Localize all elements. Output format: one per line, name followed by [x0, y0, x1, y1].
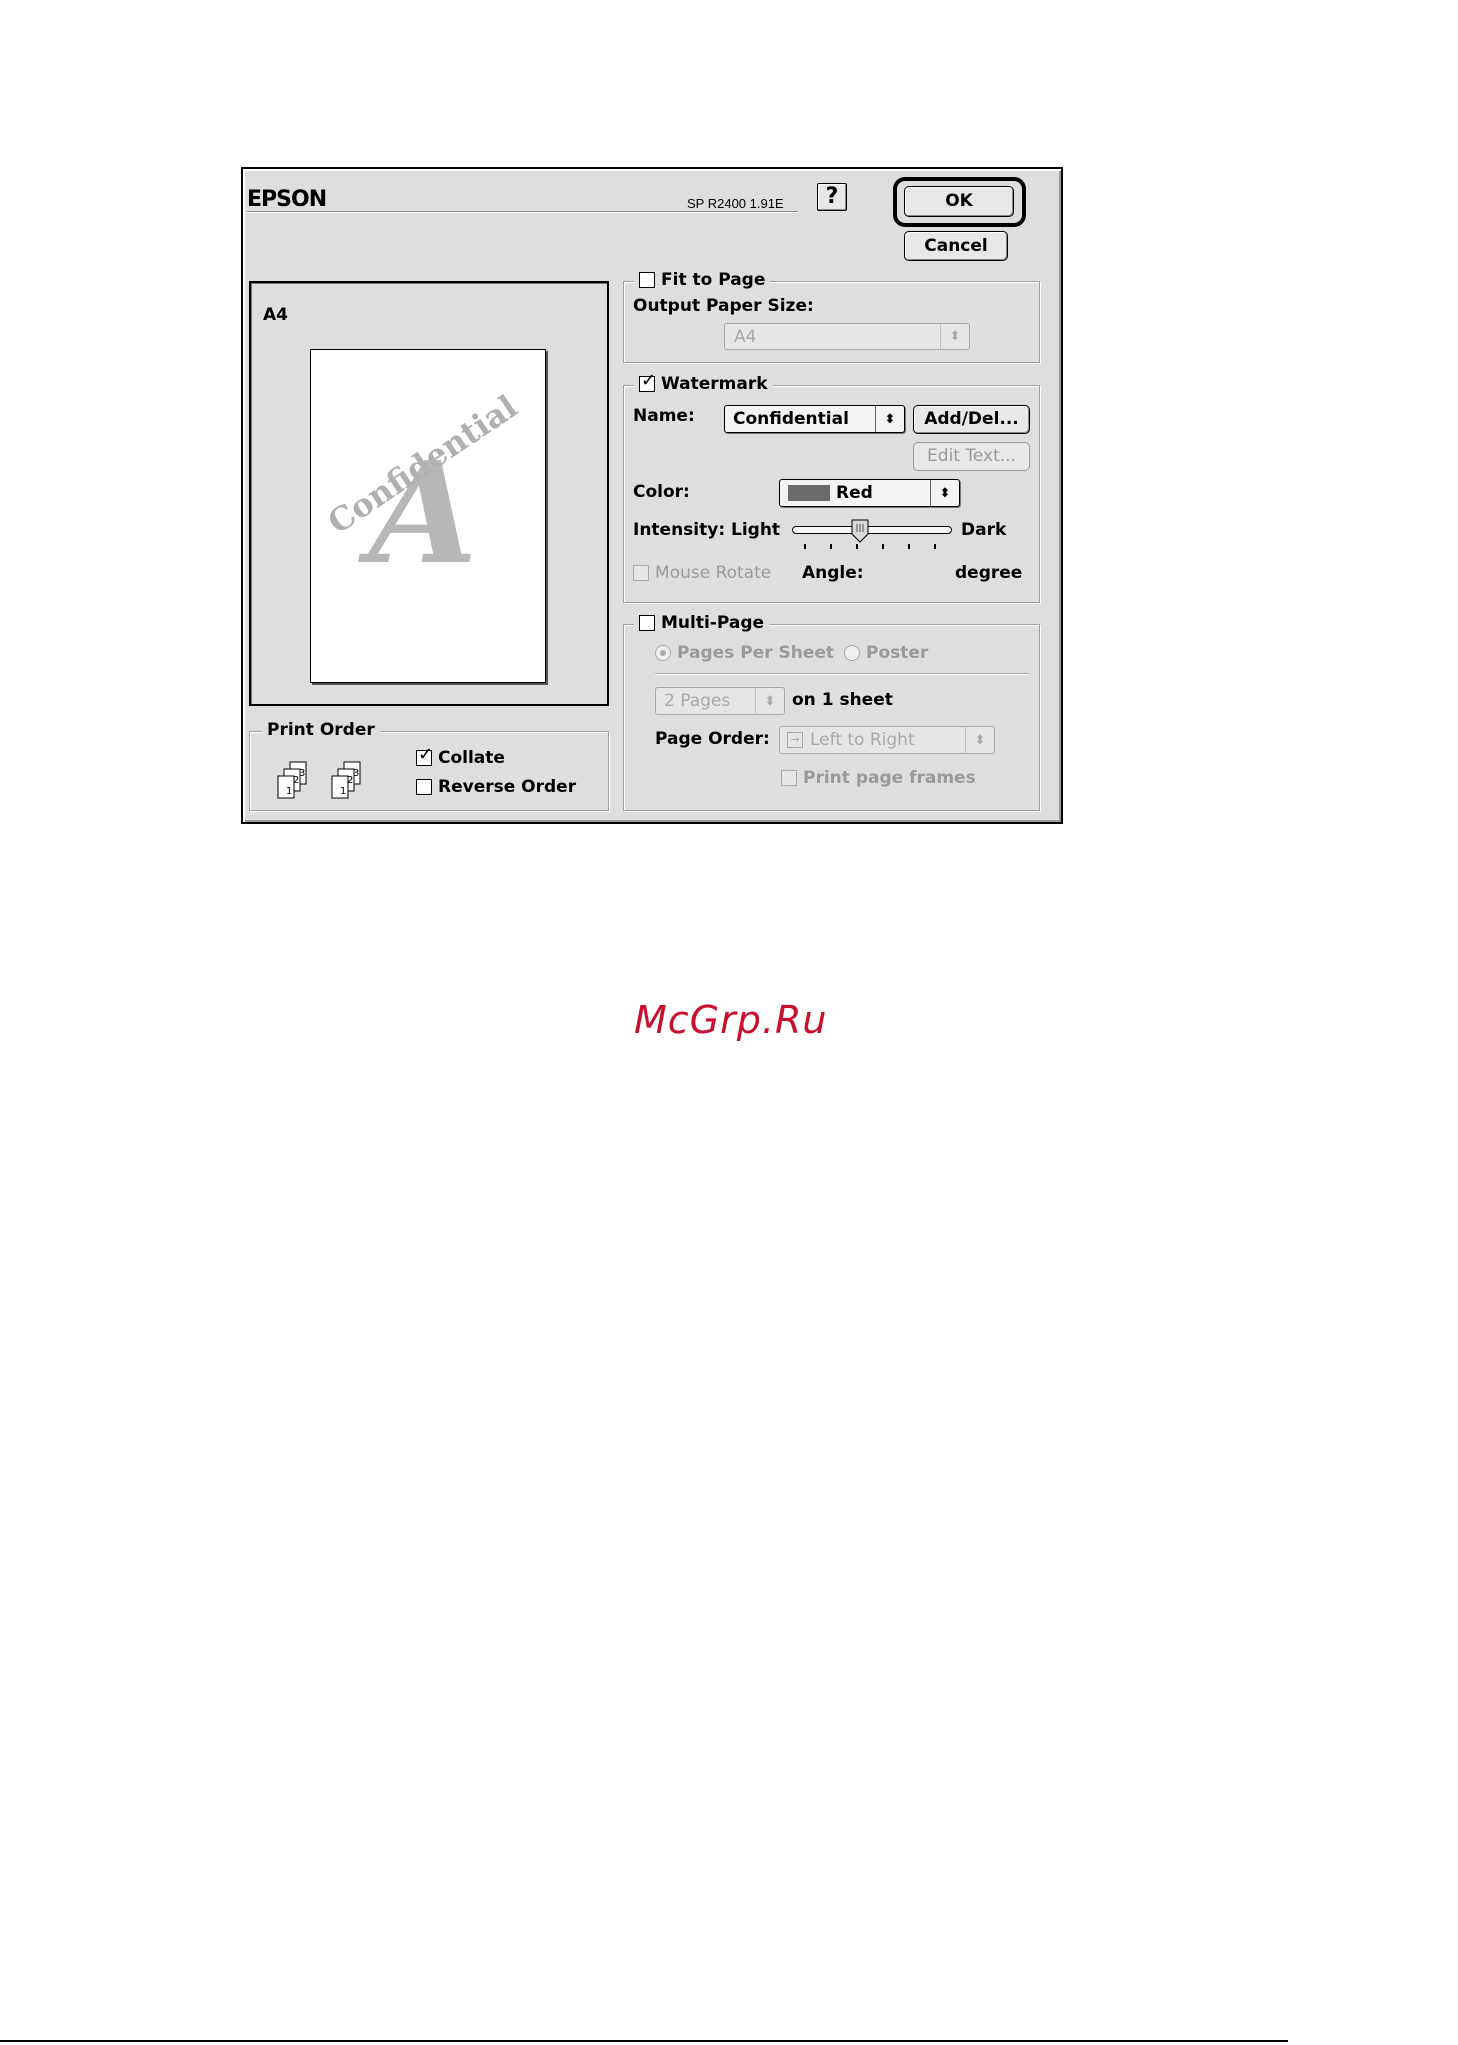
epson-logo: EPSON	[247, 187, 327, 212]
check-icon: ✓	[418, 744, 434, 765]
fit-to-page-group: Fit to Page Output Paper Size: A4 ⬍	[623, 270, 1040, 363]
poster-label: Poster	[866, 643, 929, 663]
collate-pages-icon: 3 2 1	[266, 760, 318, 802]
page-preview-panel: A4 A Confidential	[249, 281, 609, 706]
collate-check-box[interactable]: ✓	[416, 746, 433, 766]
slider-thumb[interactable]	[851, 519, 869, 543]
watermark-color-label: Color:	[633, 482, 690, 502]
print-order-legend: Print Order	[262, 720, 380, 740]
watermark-name-label: Name:	[633, 406, 695, 426]
preview-paper-label: A4	[263, 305, 288, 325]
cancel-button[interactable]: Cancel	[904, 231, 1008, 261]
watermark-legend[interactable]: ✓ Watermark	[634, 372, 773, 394]
print-page-frames-checkbox[interactable]: Print page frames	[781, 768, 976, 788]
check-icon: ✓	[641, 370, 657, 391]
reverse-order-check-box[interactable]	[416, 779, 432, 795]
help-icon: ?	[825, 184, 839, 209]
page-order-select[interactable]: → Left to Right ⬍	[779, 726, 995, 754]
output-paper-size-select[interactable]: A4 ⬍	[724, 323, 970, 350]
fit-to-page-label: Fit to Page	[661, 270, 766, 290]
preview-page: A Confidential	[310, 349, 546, 683]
pages-per-sheet-radio-button[interactable]	[655, 645, 671, 661]
color-swatch	[788, 485, 830, 501]
print-page-frames-label: Print page frames	[803, 768, 976, 788]
watermark-color-value: Red	[836, 483, 873, 503]
popup-arrows-icon: ⬍	[974, 732, 986, 748]
popup-arrows-icon: ⬍	[949, 329, 961, 344]
degree-label: degree	[955, 563, 1023, 583]
pages-count-value: 2 Pages	[664, 691, 731, 711]
svg-text:1: 1	[286, 786, 292, 797]
right-arrow-icon: →	[787, 732, 803, 748]
multi-page-checkbox[interactable]	[639, 615, 655, 631]
watermark-name-select[interactable]: Confidential ⬍	[724, 405, 905, 433]
multi-page-group: Multi-Page Pages Per Sheet Poster 2 Page…	[623, 613, 1040, 811]
collate-checkbox[interactable]: ✓ Collate	[416, 746, 505, 768]
fit-to-page-legend[interactable]: Fit to Page	[634, 270, 771, 290]
fit-to-page-checkbox[interactable]	[639, 272, 655, 288]
multi-page-divider	[655, 673, 1028, 675]
multi-page-legend[interactable]: Multi-Page	[634, 613, 770, 633]
poster-radio-button[interactable]	[844, 645, 860, 661]
print-page-frames-check-box[interactable]	[781, 770, 797, 786]
output-paper-size-value: A4	[734, 327, 757, 347]
collate-pages-icon-2: 3 2 1	[320, 760, 372, 802]
angle-label: Angle:	[802, 563, 864, 583]
pages-count-select[interactable]: 2 Pages ⬍	[655, 687, 785, 715]
intensity-label: Intensity:	[633, 520, 726, 540]
site-watermark: McGrp.Ru	[634, 998, 828, 1042]
page-bottom-rule	[0, 2040, 1288, 2042]
page-order-value: Left to Right	[810, 730, 915, 750]
help-button[interactable]: ?	[817, 183, 847, 211]
watermark-name-value: Confidential	[733, 409, 849, 429]
popup-arrows-icon: ⬍	[764, 693, 776, 709]
watermark-group: ✓ Watermark Name: Confidential ⬍ Add/Del…	[623, 372, 1040, 603]
page-order-label: Page Order:	[655, 729, 770, 749]
popup-arrows-icon: ⬍	[939, 485, 951, 501]
svg-text:1: 1	[340, 786, 346, 797]
slider-track	[792, 526, 952, 534]
intensity-slider[interactable]	[792, 518, 952, 554]
header-rule	[247, 211, 798, 213]
pages-per-sheet-radio[interactable]: Pages Per Sheet	[655, 643, 834, 663]
add-del-button[interactable]: Add/Del...	[913, 405, 1030, 434]
intensity-dark-label: Dark	[961, 520, 1007, 540]
poster-radio[interactable]: Poster	[844, 643, 928, 663]
print-layout-dialog: EPSON SP R2400 1.91E ? OK Cancel A4 A Co…	[241, 167, 1063, 824]
collate-label: Collate	[438, 748, 505, 768]
print-order-group: Print Order 3 2 1 3 2 1 ✓ Collate Revers…	[249, 720, 609, 811]
popup-arrows-icon: ⬍	[884, 411, 896, 427]
mouse-rotate-label: Mouse Rotate	[655, 563, 772, 583]
watermark-label: Watermark	[661, 374, 768, 394]
pages-per-sheet-label: Pages Per Sheet	[677, 643, 835, 663]
edit-text-button[interactable]: Edit Text...	[913, 442, 1030, 471]
watermark-checkbox[interactable]: ✓	[639, 372, 656, 392]
output-paper-size-label: Output Paper Size:	[633, 296, 814, 316]
reverse-order-label: Reverse Order	[438, 777, 577, 797]
mouse-rotate-check-box[interactable]	[633, 565, 649, 581]
on-sheet-label: on 1 sheet	[792, 690, 893, 710]
version-label: SP R2400 1.91E	[687, 196, 784, 211]
intensity-light-label: Light	[731, 520, 781, 540]
mouse-rotate-checkbox[interactable]: Mouse Rotate	[633, 563, 771, 583]
watermark-color-select[interactable]: Red ⬍	[779, 479, 960, 507]
reverse-order-checkbox[interactable]: Reverse Order	[416, 777, 576, 797]
multi-page-label: Multi-Page	[661, 613, 765, 633]
slider-ticks	[804, 544, 940, 549]
ok-button[interactable]: OK	[904, 186, 1014, 217]
